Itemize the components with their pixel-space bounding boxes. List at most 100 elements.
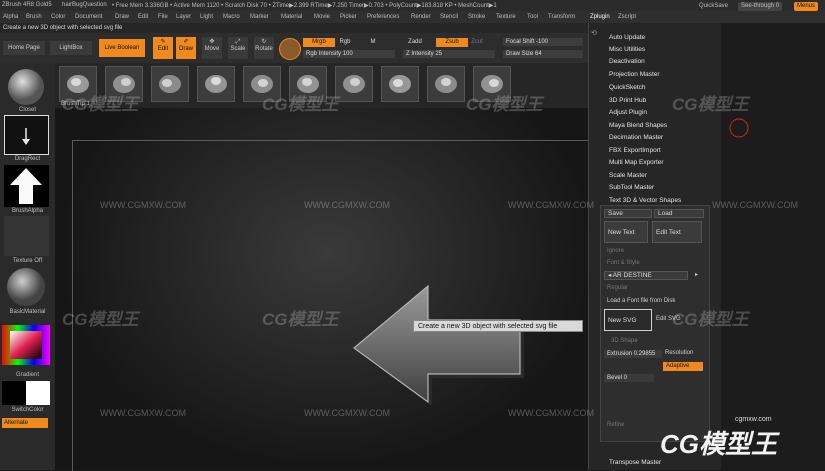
menus-button[interactable]: Menus [794,2,819,11]
menu-macro[interactable]: Macro [223,14,240,20]
zplugin-item-auto-update[interactable]: Auto Update [609,34,645,41]
color-swatch-icon[interactable] [279,38,301,60]
menu-layer[interactable]: Layer [176,14,191,20]
material-sphere[interactable] [4,266,49,308]
color-picker[interactable] [2,325,50,365]
left-arrow-3d-object[interactable] [352,282,532,410]
memory-stats: • Free Mem 3.336GB • Active Mem 1120 • S… [112,3,497,9]
adaptive-toggle[interactable]: Adaptive [663,362,703,371]
brush-thumbnail[interactable] [197,66,235,102]
main-color-swatch[interactable] [2,381,26,405]
watermark-small: cgmxw.com [735,416,772,423]
zplugin-item-multi-map-exporter[interactable]: Multi Map Exporter [609,159,664,166]
zplugin-item-text-3d-vector-shapes[interactable]: Text 3D & Vector Shapes [609,197,681,204]
menu-marker[interactable]: Marker [250,14,269,20]
brush-thumbnail[interactable] [335,66,373,102]
refine-label[interactable]: Refine [607,422,624,428]
menu-zplugin[interactable]: Zplugin [590,14,610,20]
zplugin-item-fbx-exportimport[interactable]: FBX ExportImport [609,147,661,154]
zplugin-item-3d-print-hub[interactable]: 3D Print Hub [609,97,646,104]
scale-button[interactable]: ⤢ Scale [228,37,248,59]
rgb-intensity-slider[interactable]: Rgb Intensity 100 [303,50,395,58]
pin-icon[interactable]: ⟲ [591,29,597,37]
new-svg-button[interactable]: New SVG [604,309,652,331]
switchcolor-label[interactable]: SwitchColor [0,407,55,413]
see-through-slider[interactable]: See-through 0 [738,2,783,11]
brush-thumbnail[interactable] [151,66,189,102]
document-frame [72,140,614,471]
zsub-button[interactable]: Zsub [436,38,468,47]
watermark-url: WWW.CGMXW.COM [508,200,594,210]
extrusion-slider[interactable]: Extrusion 0.29855 [604,350,662,358]
draw-button[interactable]: ✐ Draw [176,37,196,59]
edit-text-button[interactable]: Edit Text [652,221,702,243]
alternate-button[interactable]: Alternate [2,418,48,428]
closet-brush[interactable] [4,67,49,107]
menu-file[interactable]: File [158,14,168,20]
top-shelf: Home Page LightBox Live Boolean ✎ Edit ✐… [0,33,600,63]
menu-material[interactable]: Material [281,14,302,20]
lightbox-button[interactable]: LightBox [50,41,92,55]
menu-stroke[interactable]: Stroke [468,14,485,20]
quicksave-button[interactable]: QuickSave [696,2,731,11]
brush-thumbnail[interactable] [427,66,465,102]
zplugin-item-projection-master[interactable]: Projection Master [609,71,660,78]
zplugin-item-transpose-master[interactable]: Transpose Master [609,459,661,466]
watermark-url: WWW.CGMXW.COM [100,200,186,210]
font-select[interactable]: ◂ AR DESTINE [604,271,688,280]
bevel-slider[interactable]: Bevel 0 [604,374,654,382]
rotate-button[interactable]: ↻ Rotate [254,37,274,59]
font-next-icon[interactable]: ▸ [695,271,698,278]
menu-zscript[interactable]: Zscript [618,14,636,20]
load-button[interactable]: Load [654,209,704,218]
edit-button[interactable]: ✎ Edit [153,37,173,59]
zplugin-item-misc-utilities[interactable]: Misc Utilities [609,46,645,53]
home-page-button[interactable]: Home Page [3,41,45,55]
menu-tool[interactable]: Tool [527,14,538,20]
menu-texture[interactable]: Texture [496,14,516,20]
zplugin-item-adjust-plugin[interactable]: Adjust Plugin [609,109,647,116]
menu-picker[interactable]: Picker [340,14,357,20]
secondary-color-swatch[interactable] [26,381,50,405]
dragrect-stroke[interactable] [4,115,49,155]
menu-transform[interactable]: Transform [548,14,575,20]
zcut-button[interactable]: Zcut [470,38,484,47]
menu-document[interactable]: Document [75,14,102,20]
focal-shift-slider[interactable]: Focal Shift -100 [503,38,583,46]
menu-bar: Alpha Brush Color Document Draw Edit Fil… [0,11,825,23]
zplugin-item-deactivation[interactable]: Deactivation [609,58,645,65]
menu-draw[interactable]: Draw [115,14,129,20]
new-text-button[interactable]: New Text [604,221,648,243]
menu-light[interactable]: Light [200,14,213,20]
menu-color[interactable]: Color [51,14,65,20]
move-button[interactable]: ✥ Move [202,37,222,59]
menu-preferences[interactable]: Preferences [367,14,399,20]
load-font-button[interactable]: Load a Font file from Disk [607,298,675,304]
brush-thumbnail[interactable] [381,66,419,102]
zplugin-item-maya-blend-shapes[interactable]: Maya Blend Shapes [609,122,667,129]
brush-alpha[interactable] [4,165,49,207]
red-circle-icon [729,118,749,138]
m-button[interactable]: M [368,38,378,47]
texture-slot[interactable] [4,216,49,256]
menu-edit[interactable]: Edit [138,14,148,20]
regular-label: Regular [607,285,629,291]
move-icon: ✥ [209,39,215,45]
zplugin-item-subtool-master[interactable]: SubTool Master [609,184,654,191]
menu-brush[interactable]: Brush [26,14,42,20]
menu-alpha[interactable]: Alpha [3,14,18,20]
zplugin-item-quicksketch[interactable]: QuickSketch [609,84,646,91]
rgb-button[interactable]: Rgb [337,38,353,47]
draw-size-slider[interactable]: Draw Size 64 [503,50,583,58]
live-boolean-button[interactable]: Live Boolean [99,39,145,57]
zplugin-item-decimation-master[interactable]: Decimation Master [609,134,663,141]
zplugin-item-scale-master[interactable]: Scale Master [609,172,647,179]
text-label: Ignore [607,248,625,254]
save-button[interactable]: Save [604,209,652,218]
mrgb-button[interactable]: Mrgb [303,38,335,47]
z-intensity-slider[interactable]: Z Intensity 25 [403,50,495,58]
menu-render[interactable]: Render [411,14,431,20]
menu-movie[interactable]: Movie [314,14,330,20]
zadd-button[interactable]: Zadd [403,38,427,47]
menu-stencil[interactable]: Stencil [440,14,458,20]
